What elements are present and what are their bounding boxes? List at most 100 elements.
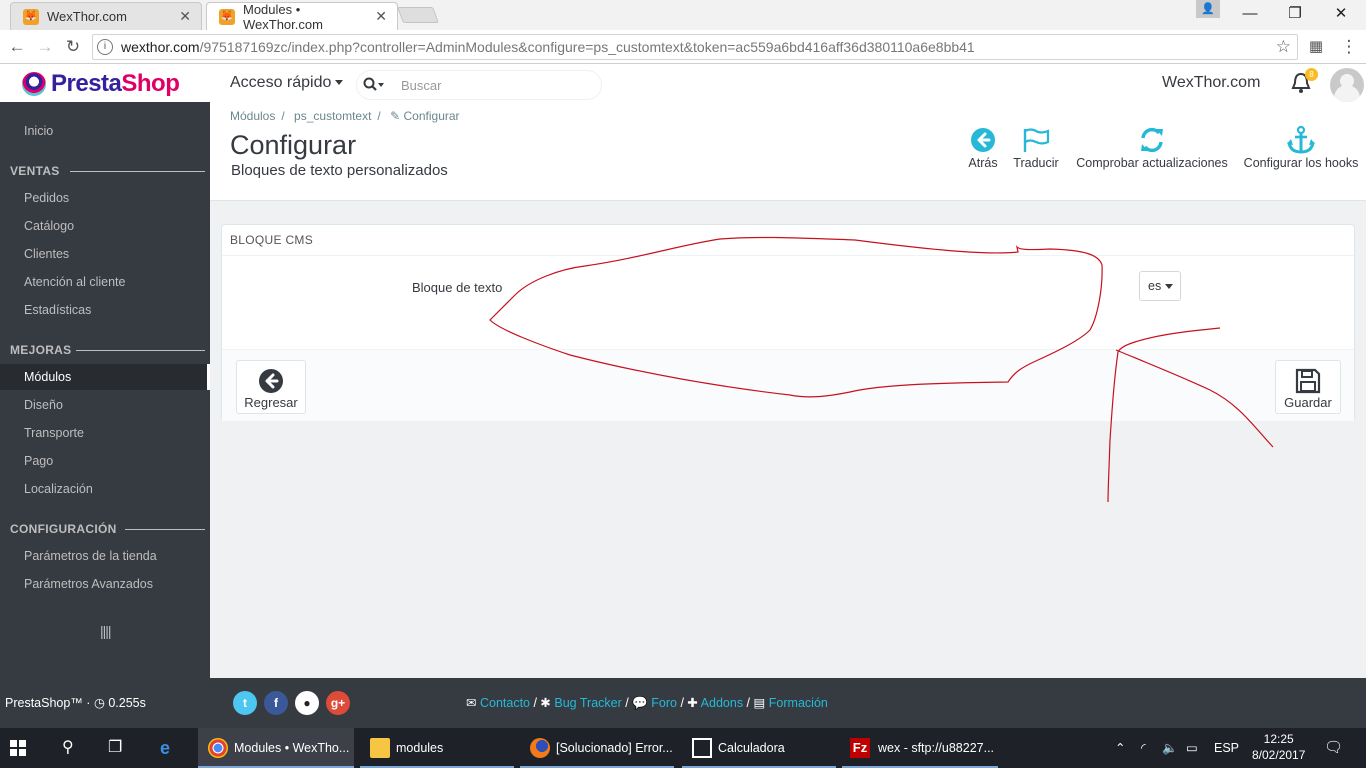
footer-link-contacto[interactable]: Contacto bbox=[480, 696, 530, 710]
bookmark-star-icon[interactable]: ☆ bbox=[1276, 37, 1291, 57]
breadcrumb-modulos[interactable]: Módulos bbox=[230, 109, 275, 123]
tab-title: Modules • WexThor.com bbox=[243, 1, 323, 32]
save-button-label: Guardar bbox=[1284, 395, 1332, 410]
sidebar-item-pedidos[interactable]: Pedidos bbox=[0, 185, 210, 211]
browser-tab-wexthor[interactable]: 🦊 WexThor.com ✕ bbox=[10, 2, 202, 30]
profile-icon[interactable]: 👤 bbox=[1196, 0, 1220, 18]
close-icon[interactable]: ✕ bbox=[179, 8, 191, 25]
save-button[interactable]: Guardar bbox=[1275, 360, 1341, 414]
calculator-icon bbox=[692, 738, 712, 758]
taskbar-app-filezilla[interactable]: Fz wex - sftp://u88227... bbox=[842, 728, 998, 768]
task-view-icon[interactable]: ❐ bbox=[108, 728, 132, 768]
footer-link-foro[interactable]: Foro bbox=[651, 696, 677, 710]
twitter-icon[interactable]: t bbox=[233, 691, 257, 715]
search-icon[interactable]: ⚲ bbox=[62, 728, 86, 768]
sidebar-item-localizacion[interactable]: Localización bbox=[0, 476, 210, 502]
sidebar-item-transporte[interactable]: Transporte bbox=[0, 420, 210, 446]
extension-icon[interactable]: ▦ bbox=[1305, 36, 1327, 58]
sidebar-item-catalogo[interactable]: Catálogo bbox=[0, 213, 210, 239]
sidebar-item-atencion-cliente[interactable]: Atención al cliente bbox=[0, 269, 210, 295]
toolbar-back-button[interactable]: Atrás bbox=[962, 124, 1004, 170]
language-value: es bbox=[1148, 279, 1162, 293]
browser-tab-modules[interactable]: 🦊 Modules • WexThor.com ✕ bbox=[206, 1, 398, 32]
fox-favicon-icon: 🦊 bbox=[23, 9, 39, 25]
logo-text-shop: Shop bbox=[121, 70, 180, 97]
toolbar-hooks-label: Configurar los hooks bbox=[1243, 156, 1359, 170]
url-path: /975187169zc/index.php?controller=AdminM… bbox=[199, 39, 975, 55]
sidebar-item-estadisticas[interactable]: Estadísticas bbox=[0, 297, 210, 323]
google-plus-icon[interactable]: g+ bbox=[326, 691, 350, 715]
taskbar-clock[interactable]: 12:25 8/02/2017 bbox=[1252, 731, 1305, 763]
toolbar-check-updates-button[interactable]: Comprobar actualizaciones bbox=[1074, 124, 1230, 170]
admin-footer: PrestaShop™ · ◷ 0.255s t f ● g+ ✉ Contac… bbox=[0, 678, 1366, 728]
wifi-icon[interactable]: ◜ bbox=[1141, 728, 1157, 768]
flag-icon bbox=[1010, 124, 1062, 156]
taskbar-app-label: wex - sftp://u88227... bbox=[878, 741, 995, 755]
toolbar-hooks-button[interactable]: Configurar los hooks bbox=[1242, 124, 1360, 170]
toolbar-back-label: Atrás bbox=[968, 156, 998, 170]
footer-version: PrestaShop™ · ◷ 0.255s bbox=[5, 695, 146, 710]
sidebar-item-parametros-tienda[interactable]: Parámetros de la tienda bbox=[0, 543, 210, 569]
sidebar-item-diseno[interactable]: Diseño bbox=[0, 392, 210, 418]
sidebar-nav: Inicio VENTAS Pedidos Catálogo Clientes … bbox=[0, 102, 210, 678]
restore-icon[interactable]: ❐ bbox=[1283, 4, 1307, 24]
floppy-disk-icon bbox=[1276, 367, 1340, 395]
page-header: Módulos / ps_customtext / ✎ Configurar Con… bbox=[210, 102, 1366, 201]
search-icon[interactable] bbox=[363, 77, 385, 96]
sidebar-item-clientes[interactable]: Clientes bbox=[0, 241, 210, 267]
github-icon[interactable]: ● bbox=[295, 691, 319, 715]
close-icon[interactable]: ✕ bbox=[375, 8, 387, 25]
shop-name-link[interactable]: WexThor.com bbox=[1162, 74, 1260, 92]
address-bar[interactable]: i wexthor.com/975187169zc/index.php?cont… bbox=[92, 34, 1298, 60]
input-language[interactable]: ESP bbox=[1214, 728, 1239, 768]
breadcrumb-configurar: Configurar bbox=[403, 109, 460, 123]
footer-link-bug-tracker[interactable]: Bug Tracker bbox=[554, 696, 621, 710]
reload-icon[interactable]: ↻ bbox=[62, 36, 84, 58]
footer-link-addons[interactable]: Addons bbox=[701, 696, 743, 710]
quick-access-dropdown[interactable]: Acceso rápido bbox=[230, 74, 344, 92]
minimize-icon[interactable]: — bbox=[1238, 4, 1262, 24]
anchor-icon bbox=[1242, 124, 1360, 156]
facebook-icon[interactable]: f bbox=[264, 691, 288, 715]
toolbar-translate-button[interactable]: Traducir bbox=[1010, 124, 1062, 170]
sidebar-item-modulos[interactable]: Módulos bbox=[0, 364, 210, 390]
clock-icon: ◷ bbox=[93, 696, 105, 710]
edge-browser-icon[interactable]: e bbox=[160, 728, 184, 768]
taskbar-app-calculator[interactable]: Calculadora bbox=[682, 728, 836, 768]
chevron-up-icon[interactable]: ⌃ bbox=[1115, 728, 1131, 768]
sidebar-item-pago[interactable]: Pago bbox=[0, 448, 210, 474]
taskbar-app-explorer[interactable]: modules bbox=[360, 728, 514, 768]
taskbar-app-label: modules bbox=[396, 741, 444, 755]
action-center-icon[interactable]: 🗨 bbox=[1324, 728, 1344, 768]
panel-heading: BLOQUE CMS bbox=[230, 233, 314, 247]
taskbar-app-label: Calculadora bbox=[718, 741, 785, 755]
prestashop-logo[interactable]: PrestaShop bbox=[22, 70, 180, 98]
taskbar-app-firefox[interactable]: [Solucionado] Error... bbox=[520, 728, 674, 768]
window-close-icon[interactable]: ✕ bbox=[1329, 4, 1353, 24]
back-button[interactable]: Regresar bbox=[236, 360, 306, 414]
back-arrow-icon[interactable]: ← bbox=[6, 36, 28, 58]
language-select[interactable]: es bbox=[1139, 271, 1181, 301]
divider bbox=[222, 255, 1354, 256]
info-icon[interactable]: i bbox=[97, 39, 113, 55]
menu-dots-icon[interactable]: ⋮ bbox=[1338, 36, 1360, 58]
search-input[interactable] bbox=[401, 76, 591, 94]
volume-icon[interactable]: 🔈 bbox=[1162, 728, 1178, 768]
collapse-sidebar-icon[interactable]: |||| bbox=[100, 623, 112, 639]
sidebar-item-parametros-avanzados[interactable]: Parámetros Avanzados bbox=[0, 571, 210, 597]
taskbar-app-chrome[interactable]: Modules • WexTho... bbox=[198, 728, 354, 768]
breadcrumb-ps-customtext[interactable]: ps_customtext bbox=[294, 109, 371, 123]
forward-arrow-icon[interactable]: → bbox=[34, 36, 56, 58]
divider bbox=[125, 529, 205, 530]
footer-link-formacion[interactable]: Formación bbox=[769, 696, 828, 710]
notification-badge: 8 bbox=[1305, 68, 1318, 81]
arrow-circle-left-icon bbox=[962, 124, 1004, 156]
circle-arrow-left-icon bbox=[237, 367, 305, 395]
windows-start-icon[interactable] bbox=[10, 728, 40, 768]
battery-icon[interactable]: ▭ bbox=[1186, 728, 1202, 768]
footer-version-text: PrestaShop™ · bbox=[5, 696, 94, 710]
avatar[interactable] bbox=[1330, 68, 1364, 102]
sidebar-item-inicio[interactable]: Inicio bbox=[0, 118, 210, 144]
folder-icon bbox=[370, 738, 390, 758]
new-tab-button[interactable] bbox=[397, 7, 439, 23]
